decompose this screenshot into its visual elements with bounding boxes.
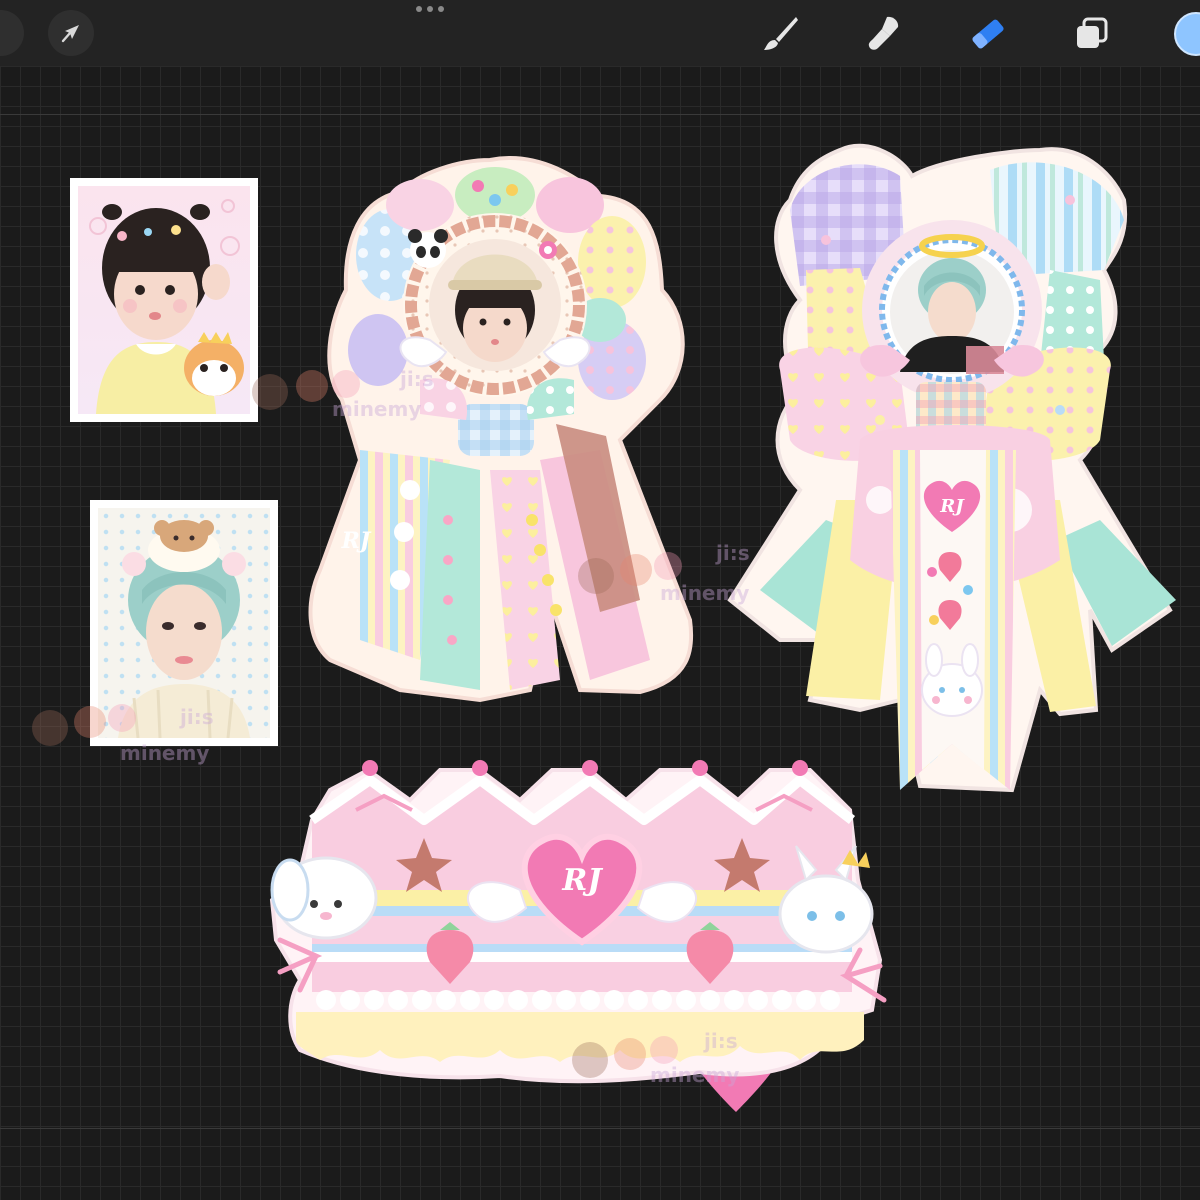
crown-headband[interactable]: RJ [269,760,887,1084]
monogram-heart-label: RJ [341,528,372,554]
watermark-handle: ji:s [179,705,214,729]
watermark-handle: ji:s [399,367,434,391]
watermark-handle: ji:s [715,541,750,565]
watermark-handle: ji:s [703,1029,738,1053]
watermark-text: minemy [650,1063,739,1087]
watermark-text: minemy [660,581,749,605]
watermark-text: minemy [332,397,421,421]
monogram-heart-label: RJ [939,496,965,517]
watermark-3: ji:s minemy [32,704,214,765]
watermark-text: minemy [120,741,209,765]
rosette-badge-man[interactable]: RJ [727,143,1176,793]
artwork-layer: RJ RJ RJ ji:s minemy ji:s minemy ji:s mi… [32,143,1176,1112]
monogram-heart-label: RJ [561,863,603,898]
